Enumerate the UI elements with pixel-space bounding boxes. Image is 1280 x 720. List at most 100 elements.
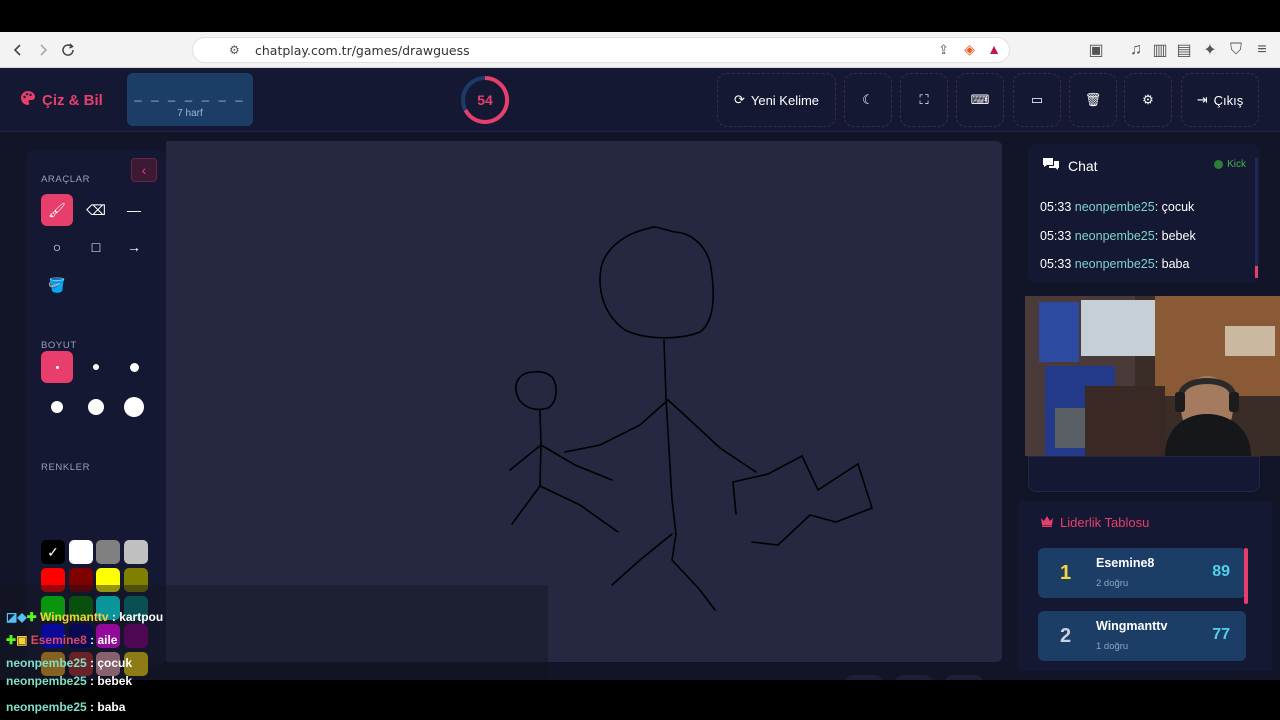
chat-panel: Chat Kick 05:33 neonpembe25: çocuk 05:33… xyxy=(1028,144,1260,283)
share-icon[interactable]: ⇪ xyxy=(938,42,949,58)
stream-chat-line: ◪◆✚ Wingmanttv : kartpou xyxy=(6,610,163,624)
leaderboard: Liderlik Tablosu 1 Esemine8 2 doğru 89 2… xyxy=(1018,501,1272,671)
chat-scroll-thumb[interactable] xyxy=(1255,266,1258,278)
color-swatch[interactable] xyxy=(96,540,120,564)
media-icon[interactable]: ♫ xyxy=(1124,38,1148,62)
refresh-icon: ⟳ xyxy=(733,92,745,107)
keyboard-icon: ⌨ xyxy=(970,92,990,107)
settings-button[interactable]: ⚙ xyxy=(1124,73,1172,127)
chat-user: neonpembe25 xyxy=(1074,200,1155,214)
reload-icon[interactable] xyxy=(56,38,80,62)
brush-tool[interactable]: 🖌 xyxy=(41,194,73,226)
logo-text: Çiz & Bil xyxy=(42,91,103,109)
expand-icon: ⛶ xyxy=(919,92,929,107)
archive-icon: ▭ xyxy=(1030,92,1044,107)
chevron-left-icon: ‹ xyxy=(141,162,147,178)
chat-time: 05:33 xyxy=(1040,229,1072,243)
drawing xyxy=(509,226,873,611)
leaderboard-scroll-thumb[interactable] xyxy=(1244,548,1248,604)
kick-status-dot xyxy=(1214,160,1224,169)
size-dot xyxy=(124,397,144,417)
player-rank: 1 xyxy=(1060,562,1072,584)
webcam-panel-footer xyxy=(1028,456,1260,492)
chat-message: 05:33 neonpembe25: bebek xyxy=(1040,229,1196,243)
brave-rewards-icon[interactable]: ▲ xyxy=(987,41,1001,57)
trash-icon: 🗑 xyxy=(1084,92,1102,107)
leaderboard-entry: 1 Esemine8 2 doğru 89 xyxy=(1038,548,1246,598)
stream-text: bebek xyxy=(97,674,133,688)
menu-icon[interactable]: ≡ xyxy=(1250,38,1274,62)
timer-value: 54 xyxy=(477,92,493,108)
colors-heading: RENKLER xyxy=(41,462,91,473)
leaderboard-entry: 2 Wingmanttv 1 doğru 77 xyxy=(1038,611,1246,661)
fullscreen-button[interactable]: ⛶ xyxy=(900,73,948,127)
chat-title: Chat xyxy=(1068,157,1098,174)
leaderboard-header: Liderlik Tablosu xyxy=(1040,515,1149,530)
new-word-button[interactable]: ⟳ Yeni Kelime xyxy=(717,73,836,127)
size-option-2[interactable] xyxy=(80,351,112,383)
paint-bucket-icon: 🪣 xyxy=(48,276,66,293)
stream-chat-overlay: ◪◆✚ Wingmanttv : kartpou ✚▣ Esemine8 : a… xyxy=(0,585,548,680)
sidebar-icon[interactable]: ▥ xyxy=(1148,38,1172,62)
chat-separator: : xyxy=(1154,257,1162,271)
url-bar[interactable]: ⚙ chatplay.com.tr/games/drawguess ⇪ ◈ ▲ xyxy=(192,37,1010,63)
comments-icon xyxy=(1042,157,1060,174)
back-icon[interactable] xyxy=(6,38,30,62)
chat-time: 05:33 xyxy=(1040,257,1072,271)
color-swatch[interactable] xyxy=(69,540,93,564)
word-hint: 7 harf xyxy=(177,108,203,119)
keyboard-button[interactable]: ⌨ xyxy=(956,73,1004,127)
player-score: 77 xyxy=(1212,626,1230,643)
size-option-6[interactable] xyxy=(118,391,150,423)
logo[interactable]: Çiz & Bil xyxy=(20,90,103,110)
bottom-black-bar: neonpembe25 : bebek neonpembe25 : baba xyxy=(0,674,1280,720)
vpn-icon[interactable]: ⛉ xyxy=(1224,38,1248,62)
stream-separator: : xyxy=(86,674,98,688)
size-dot xyxy=(88,399,104,415)
eraser-icon: ⌫ xyxy=(86,201,106,218)
reader-mode-icon[interactable]: ▣ xyxy=(1084,38,1108,62)
chat-message: 05:33 neonpembe25: baba xyxy=(1040,257,1189,271)
leo-ai-icon[interactable]: ✦ xyxy=(1198,38,1222,62)
size-option-1[interactable] xyxy=(41,351,73,383)
color-swatch[interactable] xyxy=(124,540,148,564)
crown-badge-icon: ▣ xyxy=(16,633,31,647)
arrow-tool[interactable]: → xyxy=(118,231,150,263)
site-settings-icon[interactable]: ⚙ xyxy=(229,43,240,57)
player-score: 89 xyxy=(1212,563,1230,580)
logout-icon: ⇥ xyxy=(1196,92,1208,107)
size-option-3[interactable] xyxy=(118,351,150,383)
chat-scrollbar[interactable] xyxy=(1255,158,1258,278)
circle-tool[interactable]: ○ xyxy=(41,231,73,263)
archive-button[interactable]: ▭ xyxy=(1013,73,1061,127)
delete-button[interactable]: 🗑 xyxy=(1069,73,1117,127)
collapse-panel-button[interactable]: ‹ xyxy=(131,158,157,182)
brush-icon: 🖌 xyxy=(48,201,66,218)
forward-icon[interactable] xyxy=(31,38,55,62)
line-tool[interactable]: — xyxy=(118,194,150,226)
brave-shield-icon[interactable]: ◈ xyxy=(964,41,975,58)
stream-text: aile xyxy=(97,633,118,647)
stream-user: Esemine8 xyxy=(30,633,87,647)
stream-text: baba xyxy=(97,700,126,714)
stream-separator: : xyxy=(86,633,98,647)
exit-button[interactable]: ⇥ Çıkış xyxy=(1181,73,1259,127)
top-black-bar xyxy=(0,0,1280,32)
new-word-label: Yeni Kelime xyxy=(750,92,820,108)
drawing-canvas[interactable]: ↶ ↷ 🗑 xyxy=(166,141,1002,713)
stream-separator: : xyxy=(108,610,120,624)
webcam-overlay xyxy=(1025,296,1280,456)
stream-text: kartpou xyxy=(119,610,164,624)
wallet-icon[interactable]: ▤ xyxy=(1172,38,1196,62)
eraser-tool[interactable]: ⌫ xyxy=(80,194,112,226)
size-option-4[interactable] xyxy=(41,391,73,423)
chat-time: 05:33 xyxy=(1040,200,1072,214)
tools-heading: ARAÇLAR xyxy=(41,174,91,185)
fill-tool[interactable]: 🪣 xyxy=(41,269,73,301)
dark-mode-button[interactable]: ☾ xyxy=(844,73,892,127)
color-swatch[interactable]: ✓ xyxy=(41,540,65,564)
rectangle-tool[interactable]: □ xyxy=(80,231,112,263)
size-option-5[interactable] xyxy=(80,391,112,423)
word-display: _ _ _ _ _ _ _ 7 harf xyxy=(127,73,253,126)
url-text: chatplay.com.tr/games/drawguess xyxy=(255,43,470,58)
